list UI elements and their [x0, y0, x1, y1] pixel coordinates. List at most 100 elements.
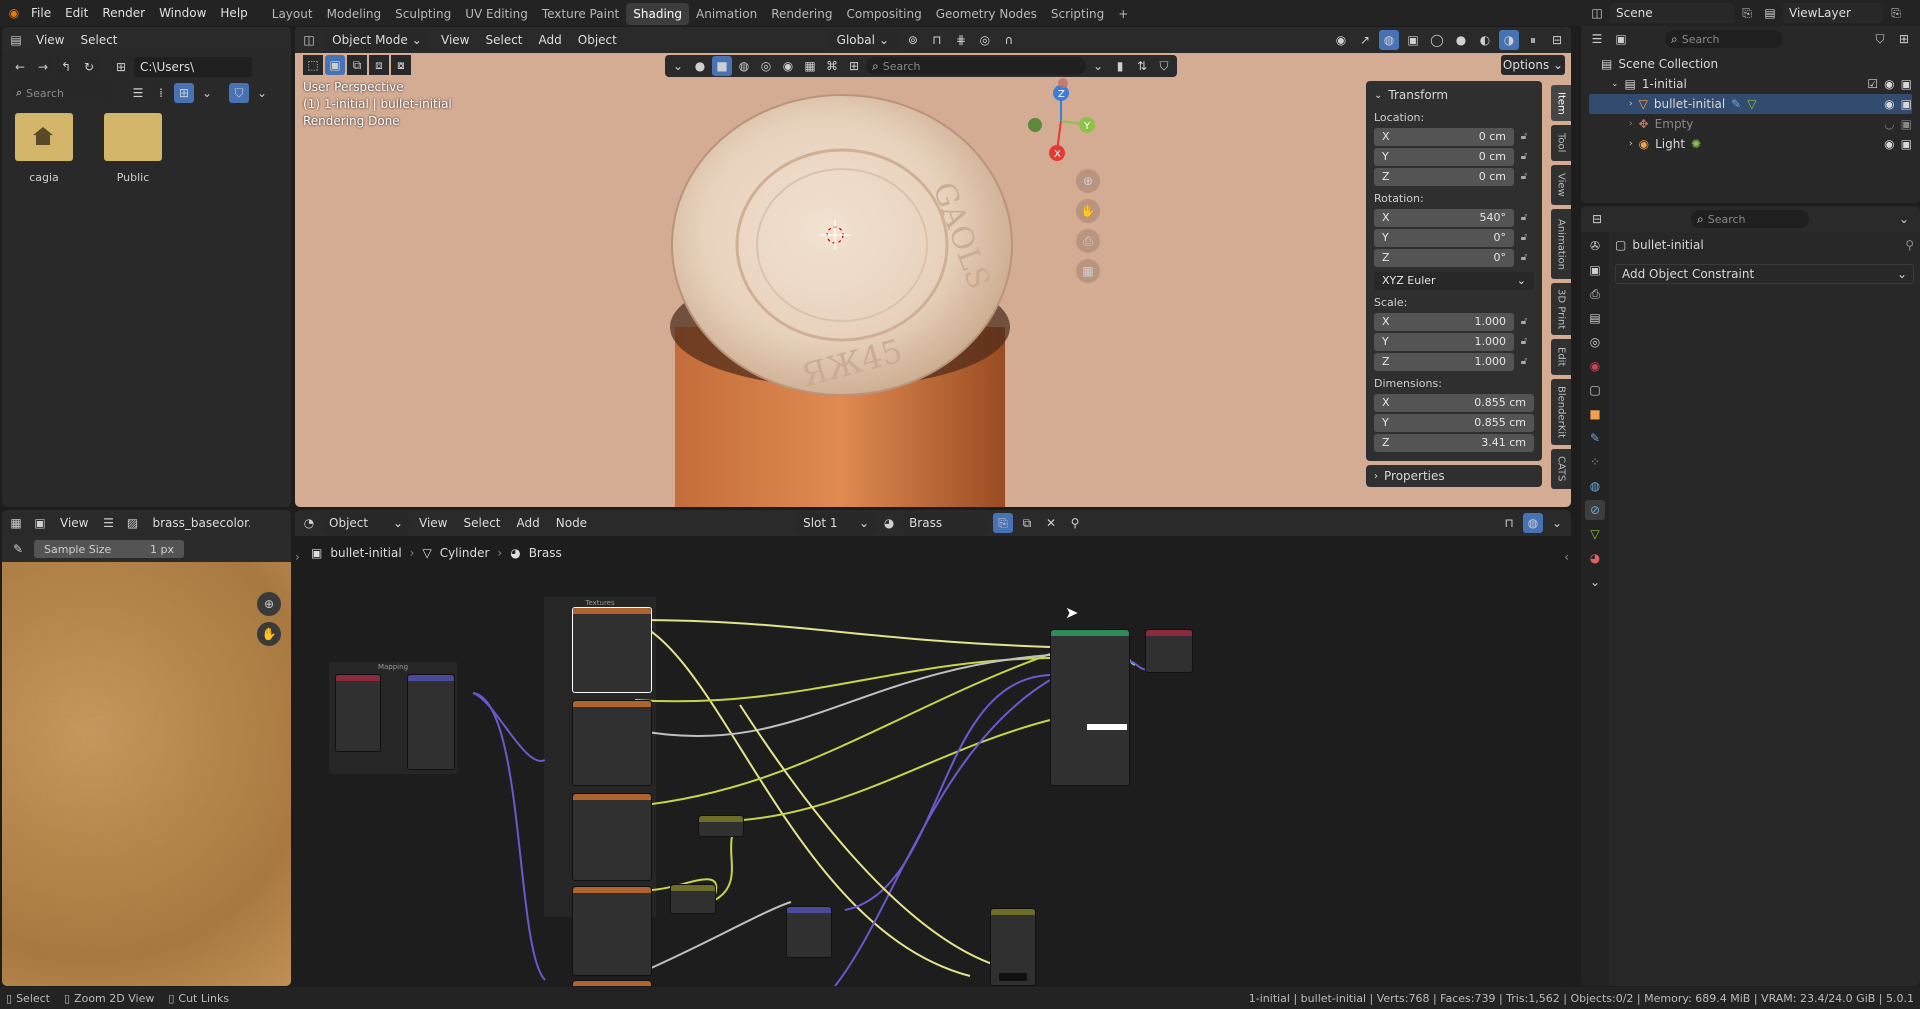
xray-icon[interactable]: ▣ — [1403, 30, 1423, 50]
world-tab-icon[interactable]: ◉ — [1585, 356, 1605, 376]
roughness-math-node[interactable] — [698, 815, 744, 837]
camera-icon[interactable]: ▣ — [1901, 97, 1912, 111]
properties-subpanel[interactable]: › Properties — [1366, 465, 1542, 487]
scene-icon[interactable]: ◫ — [1587, 3, 1607, 23]
rendered-shading-icon[interactable]: ◑ — [1499, 30, 1519, 50]
horizontal-list-icon[interactable]: ⁞ — [151, 83, 171, 103]
panel-collapse-icon[interactable]: ⌄ — [1374, 90, 1382, 101]
options-button[interactable]: Options ⌄ — [1501, 55, 1565, 75]
pivot-icon[interactable]: ⊚ — [903, 30, 923, 50]
proportional-edit-icon[interactable]: ◎ — [975, 30, 995, 50]
eyedropper-icon[interactable]: ✎ — [8, 539, 28, 559]
side-tab-blenderkit[interactable]: BlenderKit — [1551, 379, 1571, 445]
lock-icon[interactable]: 🔓︎ — [1514, 252, 1534, 263]
collection-tab-icon[interactable]: ▢ — [1585, 380, 1605, 400]
camera-view-icon[interactable]: ⎙ — [1076, 229, 1100, 253]
editor-options-icon[interactable]: ⊟ — [1547, 30, 1567, 50]
bullet-object[interactable]: GAOLS ЯЖ45 — [655, 67, 1055, 507]
camera-icon[interactable]: ▣ — [1901, 137, 1912, 151]
snap-icon[interactable]: ⊓ — [927, 30, 947, 50]
eye-icon[interactable]: ◉ — [1884, 137, 1894, 151]
hamburger-icon[interactable]: ☰ — [98, 513, 118, 533]
gizmo-icon[interactable]: ↗ — [1355, 30, 1375, 50]
side-tab-edit[interactable]: Edit — [1551, 339, 1571, 375]
mix-node[interactable] — [990, 908, 1036, 986]
new-scene-icon[interactable]: ⎘ — [1737, 3, 1757, 23]
solid-shading-icon[interactable]: ● — [1451, 30, 1471, 50]
file-item-public[interactable]: Public — [101, 113, 165, 184]
tree-row-scene-collection[interactable]: ▤ Scene Collection — [1589, 54, 1912, 74]
viewlayer-selector[interactable]: ViewLayer — [1783, 3, 1883, 23]
slot-dropdown[interactable]: Slot 1 ⌄ — [797, 513, 876, 533]
object-tab-icon[interactable]: ■ — [1585, 404, 1605, 424]
tab-modeling[interactable]: Modeling — [320, 3, 389, 25]
rotation-z-field[interactable]: Z 0° — [1374, 248, 1514, 267]
select-intersect-icon[interactable]: ⧇ — [391, 55, 411, 75]
path-field[interactable]: C:\Users\ — [134, 57, 252, 77]
wireframe-shading-icon[interactable]: ◯ — [1427, 30, 1447, 50]
tree-row-empty[interactable]: › ✥ Empty ◡ ▣ — [1589, 114, 1912, 134]
mapping-node[interactable] — [407, 674, 455, 770]
new-collection-icon[interactable]: ⊞ — [1894, 29, 1914, 49]
more-tabs-icon[interactable]: ⌄ — [1585, 572, 1605, 592]
shader-type-dropdown[interactable]: Object ⌄ — [323, 513, 409, 533]
sidebar-toggle-icon[interactable]: ‹ — [1564, 550, 1569, 564]
dimensions-x-field[interactable]: X 0.855 cm — [1374, 393, 1534, 412]
mix-color-swatch[interactable] — [999, 973, 1027, 981]
menu-select[interactable]: Select — [74, 30, 123, 50]
lock-icon[interactable]: 🔓︎ — [1514, 232, 1534, 243]
material-shading-icon[interactable]: ◐ — [1475, 30, 1495, 50]
lock-icon[interactable]: 🔓︎ — [1514, 316, 1534, 327]
data-tab-icon[interactable]: ▽ — [1585, 524, 1605, 544]
tab-uv-editing[interactable]: UV Editing — [458, 3, 535, 25]
shader-node-editor[interactable]: ◔ Object ⌄ View Select Add Node Slot 1 ⌄ ◕… — [295, 510, 1571, 986]
forward-icon[interactable]: → — [33, 57, 53, 77]
view-layer-tab-icon[interactable]: ▤ — [1585, 308, 1605, 328]
visibility-icon[interactable]: ◉ — [1331, 30, 1351, 50]
scene-selector[interactable]: Scene — [1610, 3, 1734, 23]
editor-type-icon[interactable]: ▤ — [6, 30, 26, 50]
constraints-tab-icon[interactable]: ⊘ — [1585, 500, 1605, 520]
side-tab-item[interactable]: Item — [1551, 85, 1571, 121]
overlay-dropdown-icon[interactable]: ⌄ — [1547, 513, 1567, 533]
tab-compositing[interactable]: Compositing — [839, 3, 928, 25]
roughness-texture-node[interactable] — [572, 886, 652, 976]
refresh-icon[interactable]: ↻ — [79, 57, 99, 77]
scale-y-field[interactable]: Y 1.000 — [1374, 332, 1514, 351]
lock-icon[interactable]: 🔓︎ — [1514, 171, 1534, 182]
tree-row-collection[interactable]: ⌄ ▤ 1-initial ☑ ◉ ▣ — [1589, 74, 1912, 94]
expand-icon[interactable]: › — [1629, 119, 1633, 129]
filter-icon[interactable]: ⛉ — [1870, 29, 1890, 49]
expand-icon[interactable]: ⌄ — [1611, 79, 1619, 89]
eye-icon[interactable]: ◉ — [1884, 97, 1894, 111]
camera-icon[interactable]: ▣ — [1901, 77, 1912, 91]
menu-node[interactable]: Node — [550, 513, 593, 533]
base-color-texture-node[interactable] — [572, 607, 652, 693]
menu-view[interactable]: View — [30, 30, 70, 50]
file-item-home[interactable]: cagia — [12, 113, 76, 184]
menu-help[interactable]: Help — [213, 0, 254, 26]
tab-texture-paint[interactable]: Texture Paint — [535, 3, 626, 25]
view-mode-icon[interactable]: ▣ — [30, 513, 50, 533]
menu-object[interactable]: Object — [572, 30, 623, 50]
texture-coordinate-node[interactable] — [335, 674, 381, 752]
editor-type-icon[interactable]: ▦ — [6, 513, 26, 533]
outliner-search[interactable]: ⌕ Search — [1665, 30, 1783, 48]
eye-closed-icon[interactable]: ◡ — [1884, 117, 1894, 131]
tool-tab-icon[interactable]: ✇ — [1585, 236, 1605, 256]
pan-hand-icon[interactable]: ✋ — [257, 622, 281, 646]
material-name-field[interactable]: Brass — [903, 513, 990, 533]
lock-icon[interactable]: 🔓︎ — [1514, 151, 1534, 162]
render-tab-icon[interactable]: ▣ — [1585, 260, 1605, 280]
file-search-box[interactable]: ⌕ Search — [10, 83, 112, 103]
mode-dropdown[interactable]: Object Mode ⌄ — [323, 30, 431, 50]
tab-animation[interactable]: Animation — [689, 3, 764, 25]
lock-icon[interactable]: 🔓︎ — [1514, 131, 1534, 142]
add-workspace-button[interactable]: + — [1111, 3, 1135, 25]
tree-row-light[interactable]: › ◉ Light ✺ ◉ ▣ — [1589, 134, 1912, 154]
principled-bsdf-node[interactable] — [1050, 629, 1130, 786]
side-tab-tool[interactable]: Tool — [1551, 125, 1571, 161]
tab-geometry-nodes[interactable]: Geometry Nodes — [929, 3, 1044, 25]
pin-icon[interactable]: ⚲ — [1065, 513, 1085, 533]
parent-dir-icon[interactable]: ↰ — [56, 57, 76, 77]
